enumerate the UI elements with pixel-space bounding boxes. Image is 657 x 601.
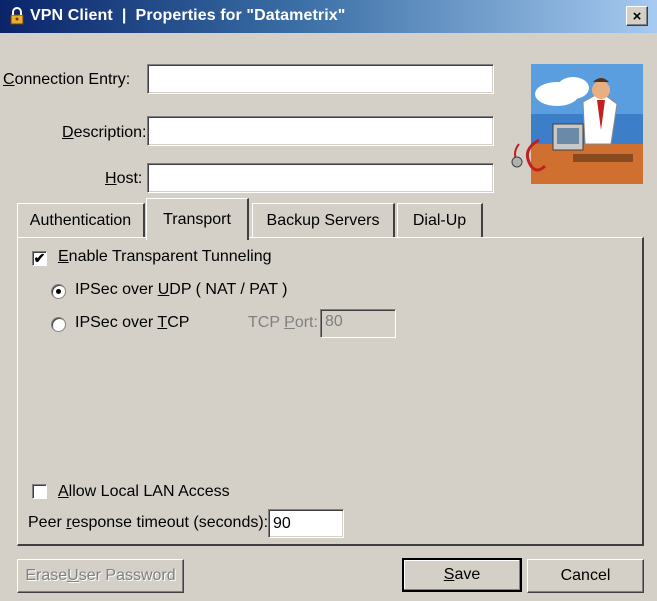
- connection-entry-label: Connection Entry:: [3, 71, 131, 88]
- tab-dial-up[interactable]: Dial-Up: [397, 203, 483, 237]
- close-icon: ×: [632, 7, 642, 25]
- allow-lan-checkbox[interactable]: [32, 484, 47, 499]
- tab-backup-servers[interactable]: Backup Servers: [252, 203, 395, 237]
- connection-entry-field[interactable]: [147, 64, 494, 94]
- tcp-port-field[interactable]: 80: [320, 309, 396, 338]
- allow-lan-label: Allow Local LAN Access: [58, 483, 230, 500]
- close-button[interactable]: ×: [626, 6, 648, 26]
- description-label: Description:: [62, 124, 147, 141]
- radio-selected-dot: [56, 289, 61, 294]
- tab-transport[interactable]: Transport: [146, 198, 249, 240]
- network-user-illustration: [511, 64, 643, 184]
- enable-tunneling-label: Enable Transparent Tunneling: [58, 248, 272, 265]
- checkmark-icon: ✔: [33, 250, 46, 266]
- transport-panel: ✔ Enable Transparent Tunneling IPSec ove…: [17, 237, 644, 546]
- host-label: Host:: [105, 170, 143, 187]
- save-button[interactable]: Save: [402, 558, 522, 592]
- vpn-lock-icon: [10, 7, 24, 25]
- description-field[interactable]: [147, 116, 494, 146]
- ipsec-tcp-label: IPSec over TCP: [75, 314, 190, 331]
- title-bar: VPN Client | Properties for "Datametrix"…: [0, 0, 657, 33]
- cancel-button[interactable]: Cancel: [527, 559, 644, 593]
- peer-timeout-field[interactable]: [268, 509, 344, 538]
- ipsec-udp-label: IPSec over UDP ( NAT / PAT ): [75, 281, 288, 298]
- ipsec-tcp-radio[interactable]: [51, 317, 66, 332]
- enable-tunneling-checkbox[interactable]: ✔: [32, 251, 47, 266]
- ipsec-udp-radio[interactable]: [51, 284, 66, 299]
- peer-timeout-label: Peer response timeout (seconds):: [28, 514, 269, 531]
- host-field[interactable]: [147, 163, 494, 193]
- tab-authentication[interactable]: Authentication: [17, 203, 145, 237]
- window-title: VPN Client | Properties for "Datametrix": [30, 7, 346, 24]
- tcp-port-label: TCP Port:: [248, 314, 318, 331]
- erase-user-password-button[interactable]: Erase User Password: [17, 559, 184, 593]
